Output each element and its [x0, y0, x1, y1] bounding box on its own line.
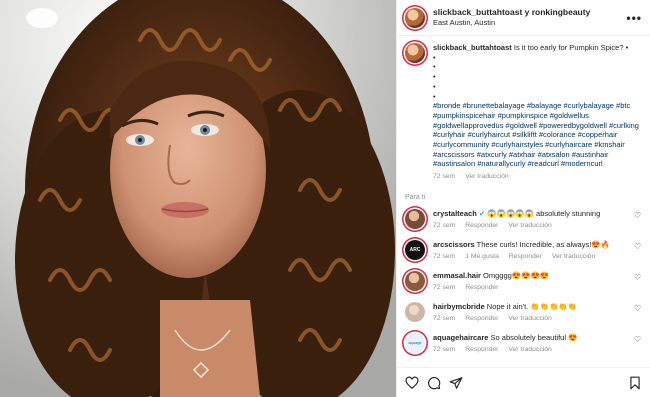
commenter-avatar[interactable]	[405, 208, 425, 229]
caption-time: 72 sem	[433, 173, 456, 181]
post-actions-bar	[397, 367, 650, 397]
comment-text: These curls! Incredible, as always!😍🔥	[476, 239, 610, 249]
comment-time: 72 sem	[433, 284, 456, 292]
comment-time: 72 sem	[433, 253, 456, 261]
comment-item: aquage aquagehaircare So absolutely beau…	[405, 332, 642, 355]
commenter-username[interactable]: crystalteach	[433, 209, 477, 218]
comment-translate-link[interactable]: Ver traducción	[552, 253, 595, 260]
like-comment-heart-icon[interactable]: ♡	[634, 242, 642, 251]
comment-likes[interactable]: 1 Me gusta	[465, 253, 499, 260]
comment-reply-button[interactable]: Responder	[465, 346, 498, 353]
commenter-username[interactable]: aquagehaircare	[433, 333, 488, 342]
caption-bullet: •	[433, 91, 436, 101]
comment-item: emmasal.hair Omgggg😍😍😍😍 72 sem Responder…	[405, 270, 642, 293]
post-header: slickback_buttahtoast y ronkingbeauty Ea…	[397, 0, 650, 36]
commenter-avatar[interactable]	[405, 301, 425, 322]
verified-badge-icon: ✔	[478, 208, 486, 218]
like-comment-heart-icon[interactable]: ♡	[634, 304, 642, 313]
post-photo[interactable]	[0, 0, 396, 397]
like-comment-heart-icon[interactable]: ♡	[634, 273, 642, 282]
post-details-panel: slickback_buttahtoast y ronkingbeauty Ea…	[396, 0, 650, 397]
caption-bullet: •	[433, 52, 436, 62]
comments-scroll-area[interactable]: slickback_buttahtoast Is it too early fo…	[397, 37, 650, 367]
like-comment-heart-icon[interactable]: ♡	[634, 335, 642, 344]
comment-time: 72 sem	[433, 346, 456, 354]
caption-hashtags[interactable]: #bronde #brunettebalayage #balayage #cur…	[433, 101, 642, 169]
comment-translate-link[interactable]: Ver traducción	[508, 222, 551, 229]
comment-reply-button[interactable]: Responder	[465, 222, 498, 229]
comment-item: hairbymcbride Nope it ain't. 👏👏👏👏👏 72 se…	[405, 301, 642, 324]
author-username[interactable]: slickback_buttahtoast y ronkingbeauty	[433, 7, 626, 18]
comment-time: 72 sem	[433, 222, 456, 230]
commenter-username[interactable]: hairbymcbride	[433, 302, 485, 311]
caption-bullet: •	[433, 62, 436, 72]
comment-text: Omgggg😍😍😍😍	[483, 270, 550, 280]
bookmark-icon[interactable]	[628, 376, 642, 390]
caption-text: Is it too early for Pumpkin Spice? •	[513, 43, 629, 52]
comment-text: 😱😱😱😱😱 absolutely stunning	[487, 208, 601, 218]
caption-avatar[interactable]	[405, 43, 425, 63]
caption-bullet: •	[433, 81, 436, 91]
portrait-image	[0, 0, 396, 397]
comment-reply-button[interactable]: Responder	[509, 253, 542, 260]
comment-icon[interactable]	[427, 376, 441, 390]
commenter-username[interactable]: arcscissors	[433, 240, 475, 249]
comment-text: Nope it ain't. 👏👏👏👏👏	[486, 301, 578, 311]
comment-time: 72 sem	[433, 315, 456, 323]
post-viewer: slickback_buttahtoast y ronkingbeauty Ea…	[0, 0, 650, 397]
comment-translate-link[interactable]: Ver traducción	[508, 315, 551, 322]
caption-username[interactable]: slickback_buttahtoast	[433, 43, 512, 52]
like-comment-heart-icon[interactable]: ♡	[634, 211, 642, 220]
comment-translate-link[interactable]: Ver traducción	[508, 346, 551, 353]
heart-icon[interactable]	[405, 376, 419, 390]
caption-bullet: •	[433, 72, 436, 82]
comment-item: ARC arcscissors These curls! Incredible,…	[405, 239, 642, 262]
comment-item: crystalteach ✔ 😱😱😱😱😱 absolutely stunning…	[405, 208, 642, 231]
caption-translate-link[interactable]: Ver traducción	[465, 173, 508, 180]
more-of-label: Para ti	[405, 193, 426, 201]
share-icon[interactable]	[449, 376, 463, 390]
post-caption: slickback_buttahtoast Is it too early fo…	[405, 43, 642, 182]
author-avatar[interactable]	[405, 7, 425, 28]
comment-reply-button[interactable]: Responder	[465, 315, 498, 322]
commenter-avatar[interactable]: ARC	[405, 239, 425, 260]
commenter-username[interactable]: emmasal.hair	[433, 271, 481, 280]
comment-reply-button[interactable]: Responder	[465, 284, 498, 291]
commenter-avatar[interactable]	[405, 270, 425, 291]
commenter-avatar[interactable]: aquage	[405, 332, 425, 353]
comment-text: So absolutely beautiful 😍	[490, 332, 578, 342]
post-location[interactable]: East Austin, Austin	[433, 18, 626, 28]
more-options-icon[interactable]: •••	[626, 11, 642, 25]
